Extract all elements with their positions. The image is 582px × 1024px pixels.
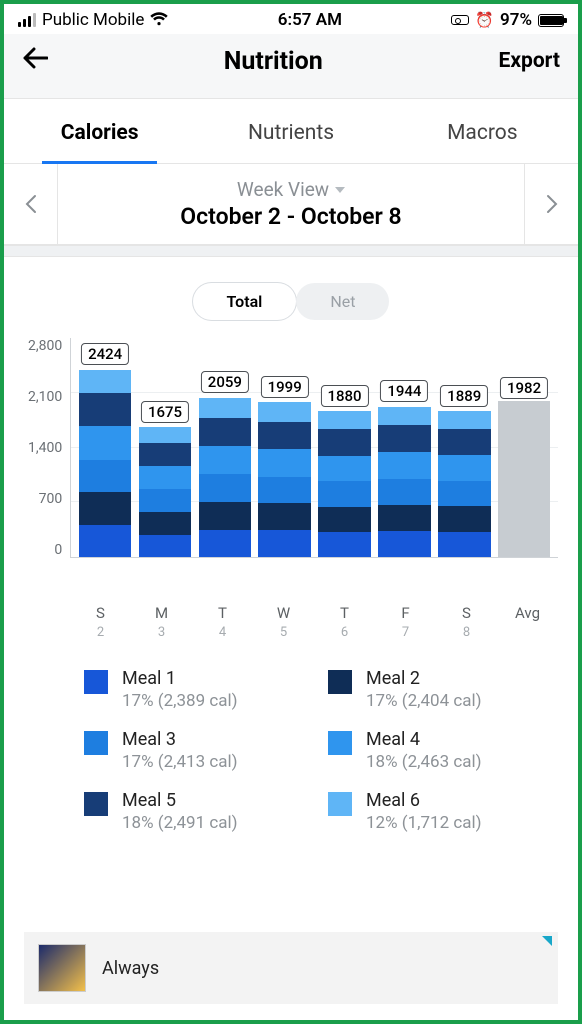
battery-percent: 97% xyxy=(500,10,532,30)
view-mode-dropdown[interactable]: Week View xyxy=(237,178,345,201)
legend-detail: 18% (2,463 cal) xyxy=(366,752,482,772)
bar-value-label: 1982 xyxy=(500,377,548,399)
bar-column[interactable]: 1944 xyxy=(378,404,431,557)
bar-column[interactable]: 1880 xyxy=(318,409,371,557)
bar-value-label: 2424 xyxy=(81,343,129,365)
legend-detail: 12% (1,712 cal) xyxy=(366,813,482,833)
bar-value-label: 1999 xyxy=(261,376,309,398)
tab-bar: Calories Nutrients Macros xyxy=(4,99,578,164)
bar-value-label: 1880 xyxy=(320,385,368,407)
bar-value-label: 1675 xyxy=(141,401,189,423)
legend-item: Meal 518% (2,491 cal) xyxy=(84,790,304,833)
signal-icon xyxy=(18,13,36,27)
y-tick: 2,800 xyxy=(28,338,62,354)
status-bar: Public Mobile 6:57 AM ⏰ 97% xyxy=(4,4,578,34)
chevron-down-icon xyxy=(335,187,345,193)
bar-value-label: 2059 xyxy=(201,371,249,393)
legend-name: Meal 5 xyxy=(122,790,238,811)
alarm-icon: ⏰ xyxy=(475,11,494,29)
ad-brand-label: Always xyxy=(102,958,159,979)
x-tick: F7 xyxy=(379,604,433,640)
date-range-label: October 2 - October 8 xyxy=(58,203,524,230)
clock-time: 6:57 AM xyxy=(278,10,342,30)
bar-column[interactable]: 2059 xyxy=(199,395,252,557)
legend-swatch xyxy=(84,731,108,755)
bar-column[interactable]: 2424 xyxy=(79,367,132,557)
y-tick: 1,400 xyxy=(28,440,62,456)
back-button[interactable] xyxy=(22,46,48,76)
legend-item: Meal 612% (1,712 cal) xyxy=(328,790,548,833)
toggle-total[interactable]: Total xyxy=(193,283,297,320)
chart-plot-area: 24241675205919991880194418891982 xyxy=(70,338,558,558)
bar-column[interactable]: 1889 xyxy=(438,409,491,557)
y-tick: 700 xyxy=(39,491,63,507)
bar-value-label: 1889 xyxy=(440,385,488,407)
export-button[interactable]: Export xyxy=(499,49,560,73)
nav-bar: Nutrition Export xyxy=(4,34,578,99)
chart-legend: Meal 117% (2,389 cal) Meal 217% (2,404 ca… xyxy=(4,640,578,853)
bar-column[interactable]: 1999 xyxy=(258,400,311,557)
legend-detail: 17% (2,413 cal) xyxy=(122,752,238,772)
x-tick: M3 xyxy=(135,604,189,640)
legend-name: Meal 6 xyxy=(366,790,482,811)
legend-name: Meal 2 xyxy=(366,668,482,689)
legend-name: Meal 4 xyxy=(366,729,482,750)
wifi-icon xyxy=(150,11,168,30)
tab-nutrients[interactable]: Nutrients xyxy=(195,99,386,163)
total-net-toggle: Total Net xyxy=(4,257,578,338)
legend-item: Meal 418% (2,463 cal) xyxy=(328,729,548,772)
x-axis: S2M3T4W5T6F7S8Avg xyxy=(28,598,558,640)
view-mode-label: Week View xyxy=(237,178,329,201)
battery-icon xyxy=(538,14,564,27)
legend-swatch xyxy=(84,792,108,816)
page-title: Nutrition xyxy=(224,47,323,76)
legend-detail: 17% (2,404 cal) xyxy=(366,691,482,711)
calories-chart: 2,8002,1001,4007000 24241675205919991880… xyxy=(4,338,578,640)
x-tick: T6 xyxy=(318,604,372,640)
legend-swatch xyxy=(84,670,108,694)
bar-value-label: 1944 xyxy=(380,380,428,402)
legend-item: Meal 217% (2,404 cal) xyxy=(328,668,548,711)
legend-item: Meal 317% (2,413 cal) xyxy=(84,729,304,772)
x-tick-avg: Avg xyxy=(501,604,555,640)
next-range-button[interactable] xyxy=(524,164,578,244)
legend-swatch xyxy=(328,731,352,755)
legend-swatch xyxy=(328,792,352,816)
do-not-disturb-icon xyxy=(451,15,469,25)
tab-calories[interactable]: Calories xyxy=(4,99,195,163)
x-tick: S8 xyxy=(440,604,494,640)
legend-name: Meal 1 xyxy=(122,668,238,689)
y-axis: 2,800 2,100 1,400 700 0 xyxy=(28,338,70,558)
toggle-net[interactable]: Net xyxy=(296,283,389,320)
section-divider xyxy=(4,245,578,257)
legend-item: Meal 117% (2,389 cal) xyxy=(84,668,304,711)
y-tick: 0 xyxy=(54,542,62,558)
legend-detail: 17% (2,389 cal) xyxy=(122,691,238,711)
y-tick: 2,100 xyxy=(28,389,62,405)
ad-choices-icon[interactable] xyxy=(542,936,552,946)
ad-thumbnail xyxy=(38,944,86,992)
x-tick: T4 xyxy=(196,604,250,640)
x-tick: S2 xyxy=(74,604,128,640)
tab-macros[interactable]: Macros xyxy=(387,99,578,163)
legend-detail: 18% (2,491 cal) xyxy=(122,813,238,833)
bar-column[interactable]: 1675 xyxy=(139,425,192,557)
bar-column-avg[interactable]: 1982 xyxy=(498,401,551,557)
carrier-label: Public Mobile xyxy=(42,10,144,30)
prev-range-button[interactable] xyxy=(4,164,58,244)
legend-swatch xyxy=(328,670,352,694)
ad-banner[interactable]: Always xyxy=(24,932,558,1004)
legend-name: Meal 3 xyxy=(122,729,238,750)
date-range-row: Week View October 2 - October 8 xyxy=(4,164,578,245)
x-tick: W5 xyxy=(257,604,311,640)
